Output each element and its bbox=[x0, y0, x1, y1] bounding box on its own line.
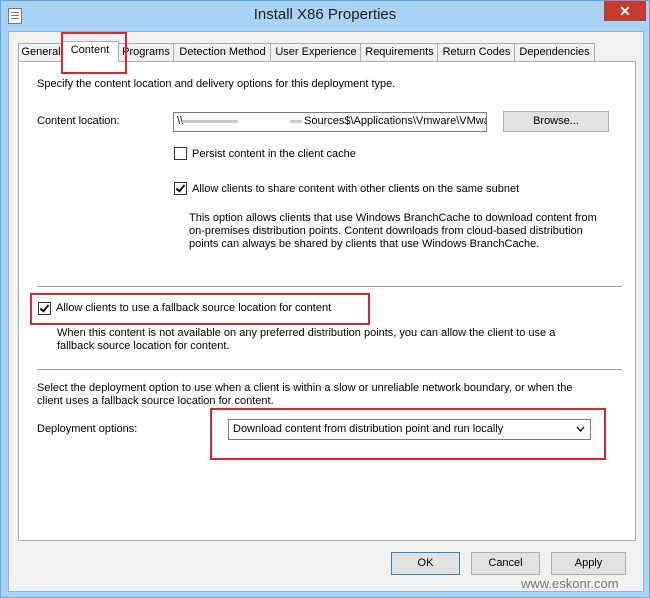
tab-detection-method[interactable]: Detection Method bbox=[173, 43, 272, 61]
highlight-deployment-options bbox=[210, 408, 606, 460]
highlight-fallback-option bbox=[30, 293, 370, 325]
content-location-input[interactable]: \\ Sources$\Applications\Vmware\VMware bbox=[173, 112, 487, 132]
redacted-host-end bbox=[290, 120, 302, 123]
properties-window: Install X86 Properties ✕ General Content… bbox=[0, 0, 650, 598]
tab-return-codes[interactable]: Return Codes bbox=[437, 43, 516, 61]
tab-user-experience[interactable]: User Experience bbox=[270, 43, 362, 61]
apply-button[interactable]: Apply bbox=[551, 552, 626, 575]
cancel-button[interactable]: Cancel bbox=[471, 552, 540, 575]
browse-button[interactable]: Browse... bbox=[503, 111, 609, 132]
separator-1 bbox=[37, 286, 622, 288]
ok-button[interactable]: OK bbox=[391, 552, 460, 575]
allow-share-label: Allow clients to share content with othe… bbox=[192, 183, 520, 195]
highlight-content-tab bbox=[61, 32, 127, 74]
watermark-text: www.eskonr.com bbox=[521, 576, 619, 591]
location-path-end: Sources$\Applications\Vmware\VMware bbox=[304, 115, 487, 127]
content-description: Specify the content location and deliver… bbox=[37, 78, 396, 90]
allow-share-checkbox[interactable] bbox=[174, 182, 187, 195]
tab-requirements[interactable]: Requirements bbox=[360, 43, 439, 61]
content-location-label: Content location: bbox=[37, 115, 120, 127]
persist-content-checkbox[interactable] bbox=[174, 147, 187, 160]
deployment-description: Select the deployment option to use when… bbox=[37, 382, 573, 407]
dialog-body: General Content Programs Detection Metho… bbox=[8, 31, 644, 592]
redacted-host-mask bbox=[238, 115, 290, 128]
redacted-host-start bbox=[182, 120, 238, 123]
tab-dependencies[interactable]: Dependencies bbox=[514, 43, 595, 61]
window-title: Install X86 Properties bbox=[253, 6, 397, 23]
persist-content-label: Persist content in the client cache bbox=[192, 148, 356, 160]
title-bar[interactable]: Install X86 Properties ✕ bbox=[1, 1, 649, 31]
separator-2 bbox=[37, 369, 622, 371]
close-button[interactable]: ✕ bbox=[604, 1, 646, 21]
branchcache-note: This option allows clients that use Wind… bbox=[189, 212, 597, 250]
deployment-options-label: Deployment options: bbox=[37, 423, 138, 435]
tab-general[interactable]: General bbox=[18, 43, 64, 61]
fallback-note: When this content is not available on an… bbox=[57, 327, 556, 352]
